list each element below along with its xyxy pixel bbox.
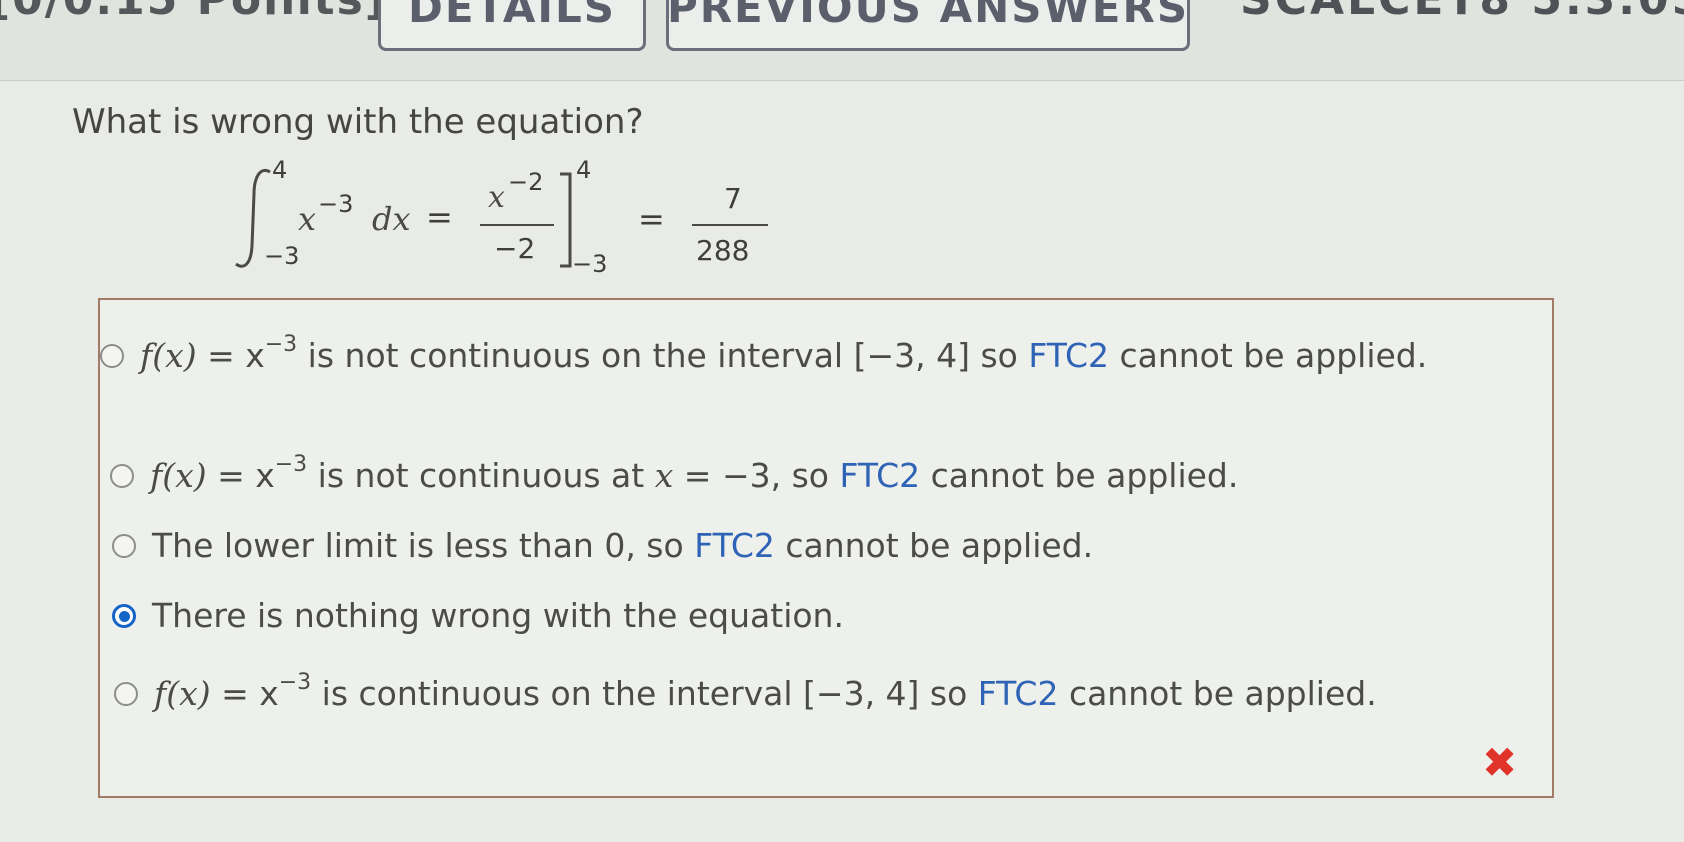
option-4-text: There is nothing wrong with the equation… <box>152 596 844 635</box>
dx-label: dx <box>372 200 411 238</box>
points-label: [0/0.15 Points] <box>0 0 387 25</box>
option-3-text: The lower limit is less than 0, so FTC2 … <box>152 526 1094 565</box>
previous-answers-button-label: PREVIOUS ANSWERS <box>666 0 1190 32</box>
question-prompt: What is wrong with the equation? <box>72 102 644 142</box>
antiderivative-numerator-base: x <box>488 180 505 215</box>
answer-options-box: f(x) = x−3 is not continuous on the inte… <box>98 298 1554 798</box>
incorrect-x-icon: ✖ <box>1482 738 1518 787</box>
radio-button-3[interactable] <box>112 534 136 558</box>
top-bar: [0/0.15 Points] DETAILS PREVIOUS ANSWERS… <box>0 0 1684 81</box>
option-4[interactable]: There is nothing wrong with the equation… <box>112 596 1472 636</box>
assignment-id: SCALCET8 5.3.055. <box>1240 0 1684 25</box>
previous-answers-button[interactable]: PREVIOUS ANSWERS <box>666 0 1190 51</box>
result-denominator: 288 <box>696 234 750 267</box>
antiderivative-numerator-exponent: −2 <box>508 168 544 196</box>
option-3[interactable]: The lower limit is less than 0, so FTC2 … <box>112 526 1472 566</box>
option-5[interactable]: f(x) = x−3 is continuous on the interval… <box>114 670 1474 714</box>
integrand-base: x <box>298 200 317 238</box>
details-button-label: DETAILS <box>407 0 617 32</box>
radio-button-4-selected[interactable] <box>112 604 136 628</box>
integral-lower-limit: −3 <box>264 242 300 270</box>
option-2-text: f(x) = x−3 is not continuous at x = −3, … <box>150 452 1239 496</box>
option-1-text: f(x) = x−3 is not continuous on the inte… <box>140 332 1428 376</box>
fraction-bar-1 <box>480 224 554 226</box>
integral-upper-limit: 4 <box>272 156 288 184</box>
radio-button-1[interactable] <box>100 344 124 368</box>
fraction-bar-2 <box>692 224 768 226</box>
option-5-text: f(x) = x−3 is continuous on the interval… <box>154 670 1377 714</box>
equals-sign-2: = <box>638 200 665 238</box>
equals-sign-1: = <box>426 198 453 236</box>
option-2[interactable]: f(x) = x−3 is not continuous at x = −3, … <box>110 452 1470 496</box>
ftc2-link[interactable]: FTC2 <box>839 456 920 495</box>
radio-button-2[interactable] <box>110 464 134 488</box>
ftc2-link[interactable]: FTC2 <box>694 526 775 565</box>
details-button[interactable]: DETAILS <box>378 0 646 51</box>
result-numerator: 7 <box>724 182 742 215</box>
ftc2-link[interactable]: FTC2 <box>1028 336 1109 375</box>
integrand-exponent: −3 <box>318 190 354 218</box>
evaluation-upper-limit: 4 <box>576 156 592 184</box>
equation: 4 −3 x −3 dx = x −2 −2 4 −3 = 7 288 <box>230 156 790 280</box>
ftc2-link[interactable]: FTC2 <box>978 674 1059 713</box>
radio-button-5[interactable] <box>114 682 138 706</box>
option-1[interactable]: f(x) = x−3 is not continuous on the inte… <box>100 332 1460 376</box>
evaluation-lower-limit: −3 <box>572 250 608 278</box>
antiderivative-denominator: −2 <box>494 232 536 265</box>
